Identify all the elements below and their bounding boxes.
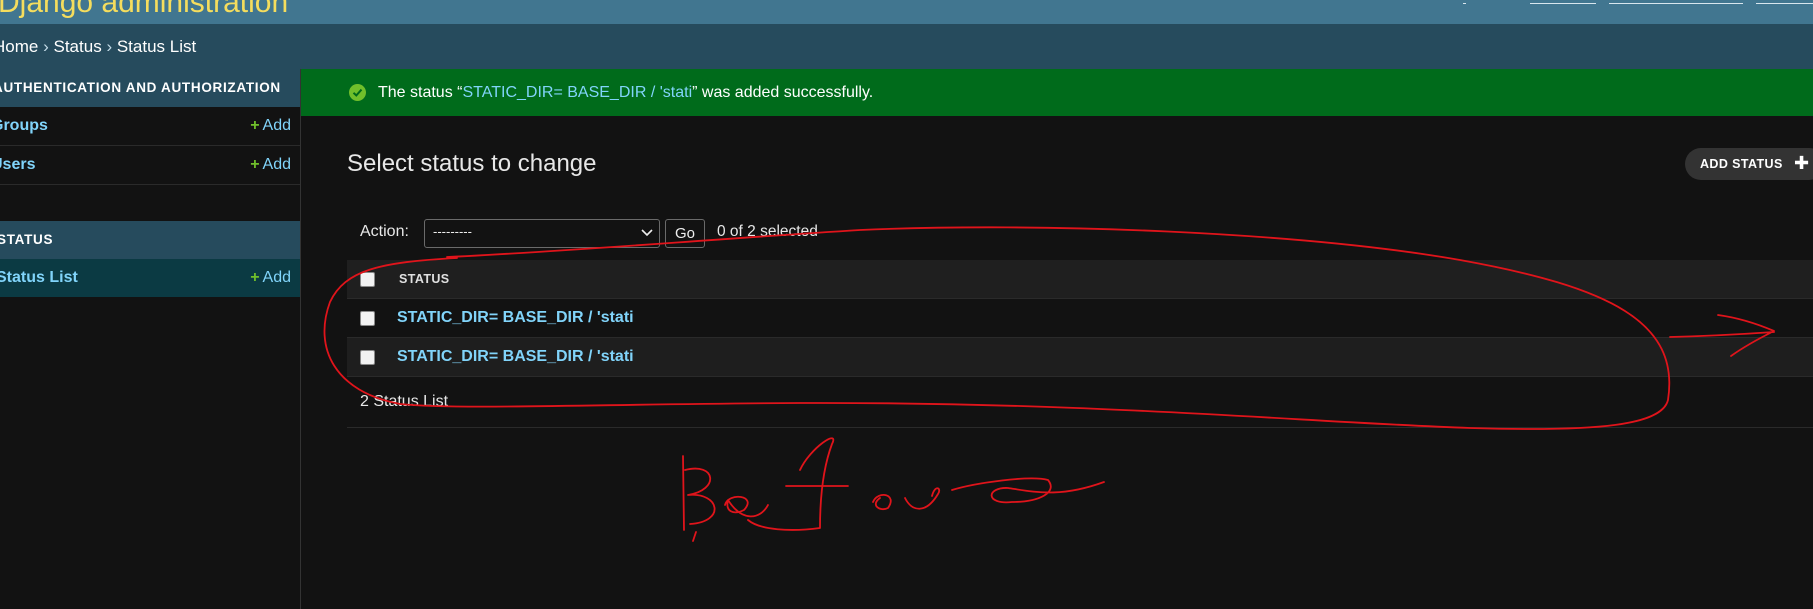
plus-icon: + bbox=[250, 156, 260, 173]
status-link[interactable]: STATIC_DIR= BASE_DIR / 'stati bbox=[397, 338, 634, 376]
breadcrumb-current: Status List bbox=[116, 37, 197, 56]
table-row: STATIC_DIR= BASE_DIR / 'stati bbox=[347, 338, 1813, 377]
breadcrumb-app[interactable]: Status bbox=[54, 37, 102, 56]
sidebar-item-groups: Groups +Add bbox=[0, 107, 300, 146]
sidebar-item-label[interactable]: Users bbox=[0, 146, 35, 184]
table-header: STATUS bbox=[347, 260, 1813, 299]
status-link[interactable]: STATIC_DIR= BASE_DIR / 'stati bbox=[397, 299, 634, 337]
add-link[interactable]: + Add bbox=[250, 259, 291, 297]
breadcrumb: Home › Status › Status List bbox=[0, 24, 1813, 69]
message-text: The status “STATIC_DIR= BASE_DIR / 'stat… bbox=[378, 84, 874, 101]
add-link[interactable]: + Add bbox=[250, 146, 291, 184]
action-bar: Action: --------- Go 0 of 2 selected bbox=[347, 217, 1813, 257]
action-select[interactable]: --------- bbox=[424, 219, 660, 248]
select-all-checkbox[interactable] bbox=[360, 272, 375, 287]
user-tools-link[interactable] bbox=[1609, 0, 1743, 4]
site-header: Django administration bbox=[0, 0, 1813, 24]
module-caption-auth[interactable]: AUTHENTICATION AND AUTHORIZATION bbox=[0, 69, 300, 107]
module-caption-status[interactable]: STATUS bbox=[0, 221, 300, 259]
breadcrumb-separator: › bbox=[43, 37, 49, 56]
breadcrumb-home[interactable]: Home bbox=[0, 37, 38, 56]
page-title: Select status to change bbox=[347, 150, 597, 177]
breadcrumb-separator: › bbox=[106, 37, 113, 56]
sidebar-item-label[interactable]: Status List bbox=[0, 259, 78, 297]
go-button[interactable]: Go bbox=[665, 219, 705, 248]
plus-icon: + bbox=[250, 269, 260, 286]
row-checkbox[interactable] bbox=[360, 311, 375, 326]
add-status-button[interactable]: ADD STATUS ✚ bbox=[1685, 148, 1813, 180]
add-link[interactable]: + Add bbox=[250, 107, 291, 145]
user-tools-link[interactable] bbox=[1530, 0, 1596, 4]
plus-icon: + bbox=[250, 117, 260, 134]
chevron-down-icon bbox=[641, 229, 653, 237]
nav-sidebar: AUTHENTICATION AND AUTHORIZATION Groups … bbox=[0, 69, 301, 609]
user-tools-link[interactable] bbox=[1756, 0, 1813, 4]
sidebar-item-users: Users +Add bbox=[0, 146, 300, 185]
success-message: The status “STATIC_DIR= BASE_DIR / 'stat… bbox=[301, 69, 1813, 116]
sidebar-item-label[interactable]: Groups bbox=[0, 107, 48, 145]
paginator: 2 Status List bbox=[347, 381, 1813, 428]
user-tools-link[interactable] bbox=[1463, 0, 1466, 4]
message-object-link[interactable]: STATIC_DIR= BASE_DIR / 'stati bbox=[462, 84, 692, 101]
row-checkbox[interactable] bbox=[360, 350, 375, 365]
handwriting-before bbox=[682, 437, 1105, 542]
check-circle-icon bbox=[349, 84, 366, 101]
sidebar-item-status-list: Status List + Add bbox=[0, 259, 300, 297]
selected-count: 0 of 2 selected bbox=[717, 223, 818, 240]
column-header-status[interactable]: STATUS bbox=[399, 260, 450, 298]
result-count: 2 Status List bbox=[360, 393, 449, 410]
table-row: STATIC_DIR= BASE_DIR / 'stati bbox=[347, 299, 1813, 338]
plus-icon: ✚ bbox=[1794, 153, 1810, 173]
action-label: Action: bbox=[360, 223, 409, 240]
site-name[interactable]: Django administration bbox=[0, 0, 288, 20]
